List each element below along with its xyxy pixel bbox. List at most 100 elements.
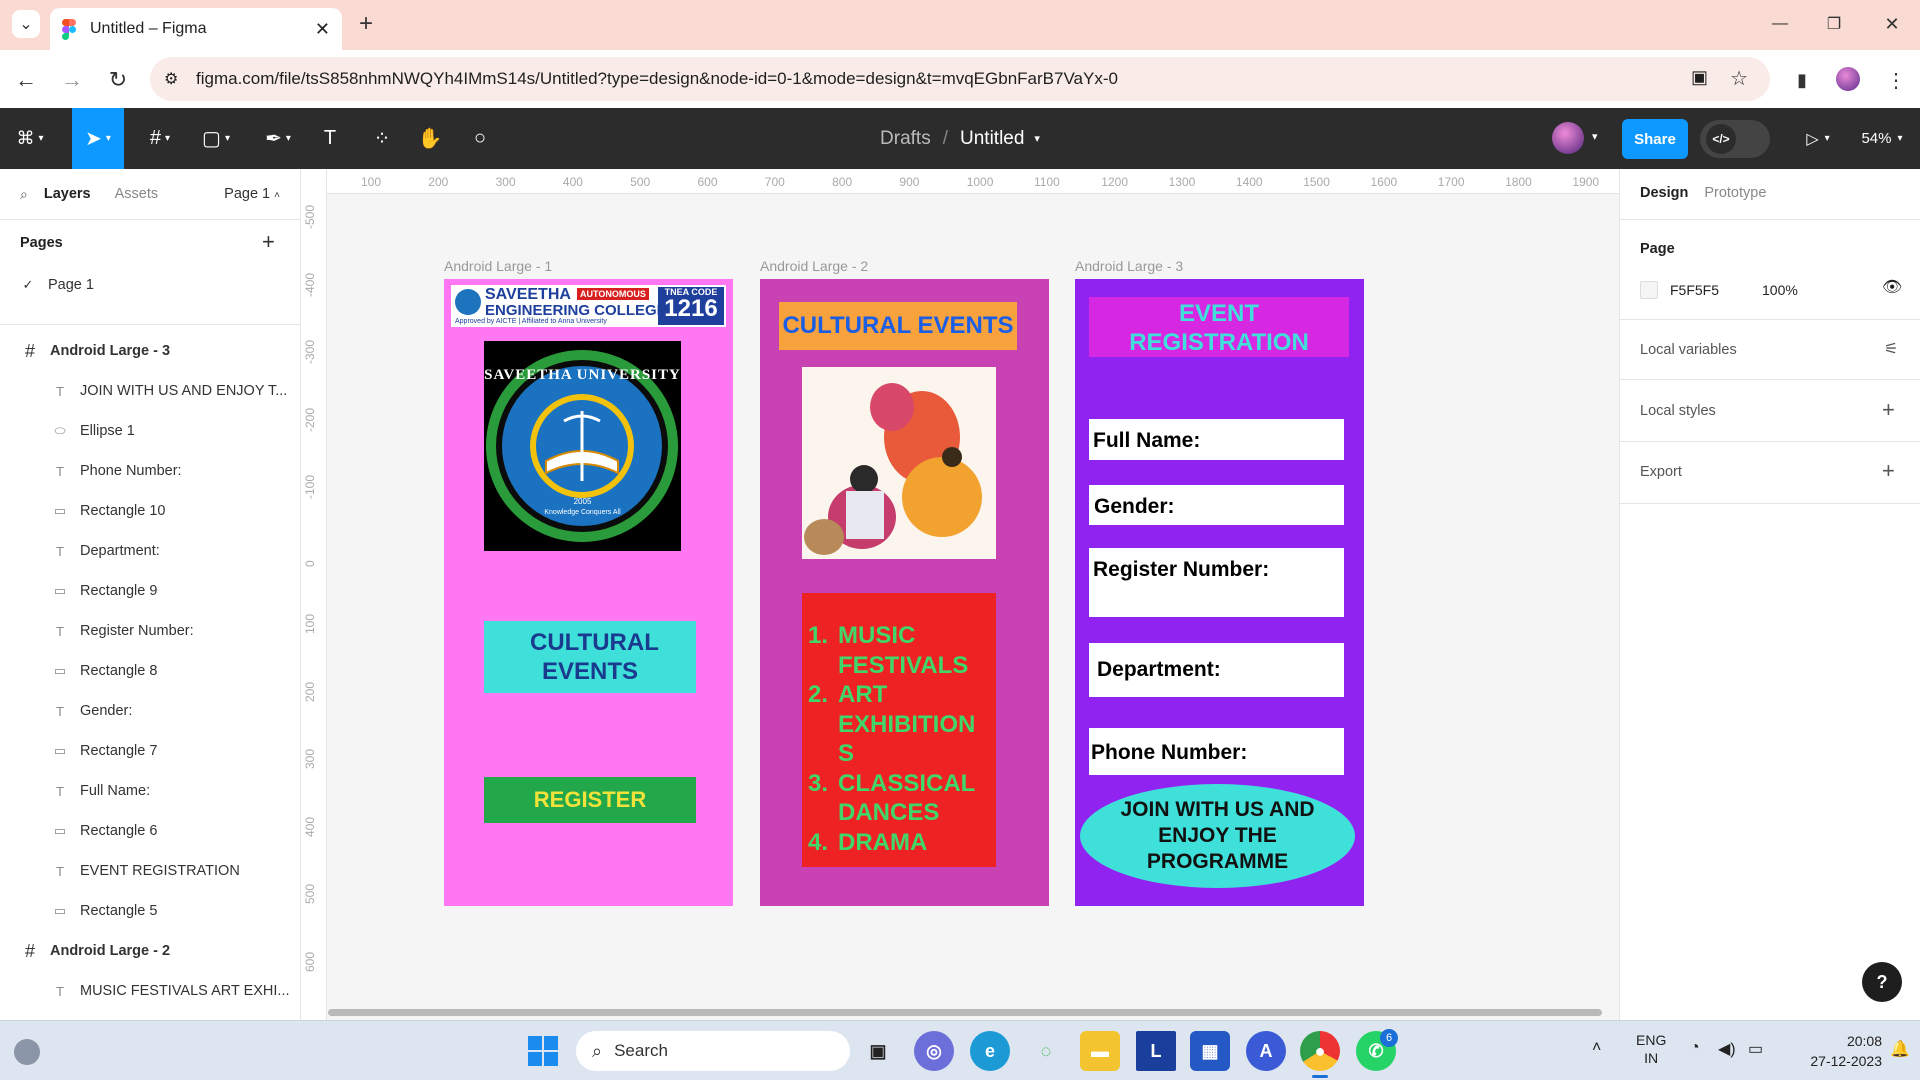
- export-label[interactable]: Export: [1640, 464, 1682, 480]
- more-menu-icon[interactable]: ⋮: [1880, 64, 1912, 96]
- layer-item[interactable]: T Phone Number:: [0, 451, 300, 491]
- volume-icon[interactable]: ◀): [1718, 1039, 1736, 1059]
- page-color-value[interactable]: F5F5F5: [1670, 282, 1719, 298]
- layer-item[interactable]: ▭ Rectangle 10: [0, 491, 300, 531]
- minimize-button[interactable]: —: [1760, 10, 1800, 38]
- layer-item[interactable]: ▭ Rectangle 7: [0, 731, 300, 771]
- tab-layers[interactable]: Layers: [44, 186, 91, 202]
- wifi-icon[interactable]: ◔: [1690, 1039, 1700, 1057]
- forward-button[interactable]: →: [56, 64, 88, 96]
- layer-item[interactable]: ⬭ Ellipse 1: [0, 411, 300, 451]
- chevron-down-icon[interactable]: ▾: [1034, 132, 1040, 145]
- layer-frame-item[interactable]: # Android Large - 3: [0, 331, 300, 371]
- add-page-button[interactable]: +: [262, 229, 275, 255]
- address-bar[interactable]: ⚙ figma.com/file/tsS858nhmNWQYh4IMmS14s/…: [150, 57, 1770, 101]
- canvas-horizontal-scrollbar[interactable]: [328, 1009, 1602, 1016]
- reload-button[interactable]: ↻: [102, 64, 134, 96]
- frame-label-1[interactable]: Android Large - 1: [444, 258, 552, 274]
- dance-photo: [802, 367, 996, 559]
- weather-icon[interactable]: [14, 1039, 40, 1065]
- layer-name: Register Number:: [80, 623, 194, 639]
- frame-android-large-2[interactable]: CULTURAL EVENTS 1. MUSIC FESTIVALS 2. ART EXH…: [760, 279, 1049, 906]
- start-button[interactable]: [528, 1036, 558, 1066]
- autocad-icon[interactable]: A: [1246, 1031, 1286, 1071]
- register-button[interactable]: REGISTER: [484, 777, 696, 823]
- task-view-icon[interactable]: ▣: [858, 1031, 898, 1071]
- file-explorer-icon[interactable]: ▬: [1080, 1031, 1120, 1071]
- page-selector[interactable]: Page 1 ˄: [224, 186, 280, 202]
- phone-number-field[interactable]: Phone Number:: [1089, 728, 1344, 775]
- register-number-field[interactable]: Register Number:: [1089, 548, 1344, 617]
- department-field[interactable]: Department:: [1089, 643, 1344, 697]
- clock[interactable]: 20:08 27-12-2023: [1782, 1031, 1882, 1071]
- layer-item[interactable]: ▭ Rectangle 6: [0, 811, 300, 851]
- full-name-field[interactable]: Full Name:: [1089, 419, 1344, 460]
- local-variables-label[interactable]: Local variables: [1640, 342, 1737, 358]
- cultural-events-box[interactable]: CULTURAL EVENTS: [484, 621, 696, 693]
- l-app-icon[interactable]: L: [1136, 1031, 1176, 1071]
- layer-item[interactable]: T JOIN WITH US AND ENJOY T...: [0, 371, 300, 411]
- refresh-app-icon[interactable]: ◌: [1026, 1031, 1066, 1071]
- site-settings-icon[interactable]: ⚙: [164, 69, 178, 89]
- side-panel-icon[interactable]: ▮: [1786, 64, 1818, 96]
- tab-design[interactable]: Design: [1640, 185, 1688, 201]
- layer-name: MUSIC FESTIVALS ART EXHI...: [80, 983, 290, 999]
- battery-icon[interactable]: ▭: [1748, 1039, 1763, 1059]
- page-color-swatch[interactable]: [1640, 281, 1658, 299]
- tab-close-icon[interactable]: ✕: [315, 19, 330, 40]
- chevron-down-icon[interactable]: ▾: [1592, 130, 1598, 143]
- drafts-link[interactable]: Drafts: [880, 128, 931, 150]
- frame-label-3[interactable]: Android Large - 3: [1075, 258, 1183, 274]
- layer-frame-item[interactable]: # Android Large - 2: [0, 931, 300, 971]
- layer-item[interactable]: ▭ Rectangle 8: [0, 651, 300, 691]
- layer-item[interactable]: T Department:: [0, 531, 300, 571]
- screenshot-icon[interactable]: ▣: [1691, 67, 1708, 88]
- layer-item[interactable]: T MUSIC FESTIVALS ART EXHI...: [0, 971, 300, 1011]
- tab-assets[interactable]: Assets: [115, 186, 159, 202]
- layer-item[interactable]: ▭ Rectangle 9: [0, 571, 300, 611]
- show-hidden-icons[interactable]: ˄: [1592, 1039, 1601, 1057]
- search-icon[interactable]: ⌕: [20, 186, 28, 203]
- browser-tab-figma[interactable]: Untitled – Figma ✕: [50, 8, 342, 50]
- share-button[interactable]: Share: [1622, 119, 1688, 159]
- language-indicator[interactable]: ENG IN: [1636, 1031, 1666, 1067]
- restore-button[interactable]: ❐: [1814, 10, 1854, 38]
- chrome-icon[interactable]: ●: [1300, 1031, 1340, 1071]
- layer-item[interactable]: T Full Name:: [0, 771, 300, 811]
- profile-avatar[interactable]: [1836, 67, 1860, 91]
- frame-android-large-3[interactable]: EVENT REGISTRATION Full Name: Gender: Re…: [1075, 279, 1364, 906]
- teams-chat-icon[interactable]: ◎: [914, 1031, 954, 1071]
- dev-mode-toggle[interactable]: </>: [1700, 120, 1770, 158]
- tab-search-button[interactable]: ⌄: [12, 10, 40, 38]
- file-name[interactable]: Untitled: [960, 128, 1024, 150]
- back-button[interactable]: ←: [10, 64, 42, 96]
- layer-item[interactable]: ▭ Rectangle 5: [0, 891, 300, 931]
- page-opacity-value[interactable]: 100%: [1762, 282, 1798, 298]
- close-window-button[interactable]: ✕: [1872, 10, 1912, 38]
- add-style-icon[interactable]: +: [1882, 397, 1895, 423]
- new-tab-button[interactable]: +: [352, 10, 380, 38]
- variables-icon[interactable]: ⚟: [1884, 339, 1898, 359]
- frame-label-2[interactable]: Android Large - 2: [760, 258, 868, 274]
- join-us-ellipse[interactable]: JOIN WITH US AND ENJOY THE PROGRAMME: [1080, 784, 1355, 888]
- layer-name: Full Name:: [80, 783, 151, 799]
- add-export-icon[interactable]: +: [1882, 458, 1895, 484]
- layer-item[interactable]: T Register Number:: [0, 611, 300, 651]
- zoom-dropdown[interactable]: 54% ▾: [1854, 108, 1910, 169]
- bookmark-star-icon[interactable]: ☆: [1730, 66, 1748, 91]
- local-styles-label[interactable]: Local styles: [1640, 403, 1716, 419]
- edge-browser-icon[interactable]: e: [970, 1031, 1010, 1071]
- taskbar-search[interactable]: ⌕ Search: [576, 1031, 850, 1071]
- gender-field[interactable]: Gender:: [1089, 485, 1344, 525]
- eye-icon[interactable]: 👁: [1882, 277, 1902, 297]
- page-item[interactable]: ✓ Page 1: [0, 265, 300, 305]
- present-button[interactable]: ▷ ▾: [1796, 108, 1840, 169]
- help-button[interactable]: ?: [1862, 962, 1902, 1002]
- tab-prototype[interactable]: Prototype: [1704, 185, 1766, 201]
- layer-item[interactable]: T EVENT REGISTRATION: [0, 851, 300, 891]
- user-avatar[interactable]: [1552, 122, 1584, 154]
- notification-bell-icon[interactable]: 🔔: [1890, 1039, 1910, 1059]
- frame-android-large-1[interactable]: SAVEETHA AUTONOMOUS ENGINEERING COLLEGE …: [444, 279, 733, 906]
- store-icon[interactable]: ▦: [1190, 1031, 1230, 1071]
- layer-item[interactable]: T Gender:: [0, 691, 300, 731]
